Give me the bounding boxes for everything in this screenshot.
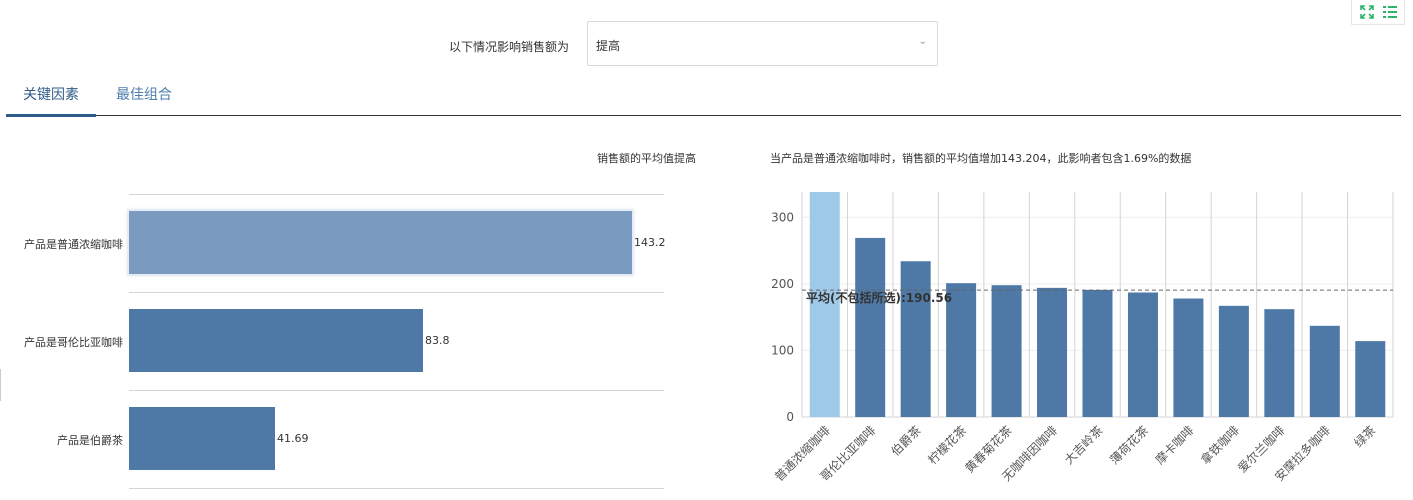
x-category-label: 摩卡咖啡: [1152, 423, 1197, 468]
factor-bar[interactable]: [129, 211, 632, 274]
category-bar[interactable]: [1173, 298, 1204, 417]
factor-bar[interactable]: [129, 407, 275, 470]
category-bar[interactable]: [1127, 292, 1158, 417]
category-bar[interactable]: [991, 285, 1022, 417]
list-icon[interactable]: [1383, 5, 1397, 19]
expand-icon[interactable]: [1360, 5, 1374, 19]
row-divider: [129, 194, 664, 195]
y-tick-label: 300: [771, 210, 794, 224]
right-chart-heading: 当产品是普通浓缩咖啡时，销售额的平均值增加143.204，此影响者包含1.69%…: [770, 152, 1192, 165]
toolbar: [1351, 0, 1405, 25]
category-bar[interactable]: [1264, 309, 1295, 417]
category-bar[interactable]: [855, 237, 886, 417]
category-bar[interactable]: [1355, 341, 1386, 417]
x-category-label: 柠檬花茶: [925, 423, 970, 468]
factor-category-label[interactable]: 产品是伯爵茶: [3, 432, 123, 448]
row-divider: [129, 292, 664, 293]
factor-category-label[interactable]: 产品是普通浓缩咖啡: [3, 236, 123, 252]
factor-bar[interactable]: [129, 309, 423, 372]
row-divider: [129, 488, 664, 489]
category-bar[interactable]: [900, 261, 931, 417]
factor-category-label[interactable]: 产品是哥伦比亚咖啡: [3, 334, 123, 350]
category-bar[interactable]: [1218, 305, 1249, 417]
chevron-down-icon: ⌄: [918, 36, 927, 47]
row-divider: [129, 390, 664, 391]
category-bar[interactable]: [1082, 289, 1113, 417]
x-category-label: 伯爵茶: [888, 423, 924, 459]
factor-value-label: 143.2: [634, 236, 666, 249]
x-category-label: 薄荷花茶: [1107, 423, 1152, 468]
average-reference-label: 平均(不包括所选):190.56: [806, 290, 952, 305]
factor-value-label: 41.69: [277, 432, 309, 445]
x-category-label: 大吉岭茶: [1061, 423, 1106, 468]
category-bar[interactable]: [1037, 287, 1068, 417]
category-bar[interactable]: [1309, 325, 1340, 417]
x-category-label: 绿茶: [1351, 423, 1379, 451]
category-comparison-chart: 0100200300普通浓缩咖啡哥伦比亚咖啡 伯爵茶 柠檬花茶黄春菊花茶无咖啡因咖啡…: [771, 192, 1394, 484]
factor-value-label: 83.8: [425, 334, 450, 347]
y-tick-label: 200: [771, 277, 794, 291]
x-category-label: 拿铁咖啡: [1197, 423, 1242, 468]
key-factors-chart: 143.2 产品是普通浓缩咖啡 83.8 产品是哥伦比亚咖啡 41.69 产品是伯爵茶: [0, 0, 700, 500]
y-tick-label: 0: [786, 410, 794, 424]
y-tick-label: 100: [771, 343, 794, 357]
